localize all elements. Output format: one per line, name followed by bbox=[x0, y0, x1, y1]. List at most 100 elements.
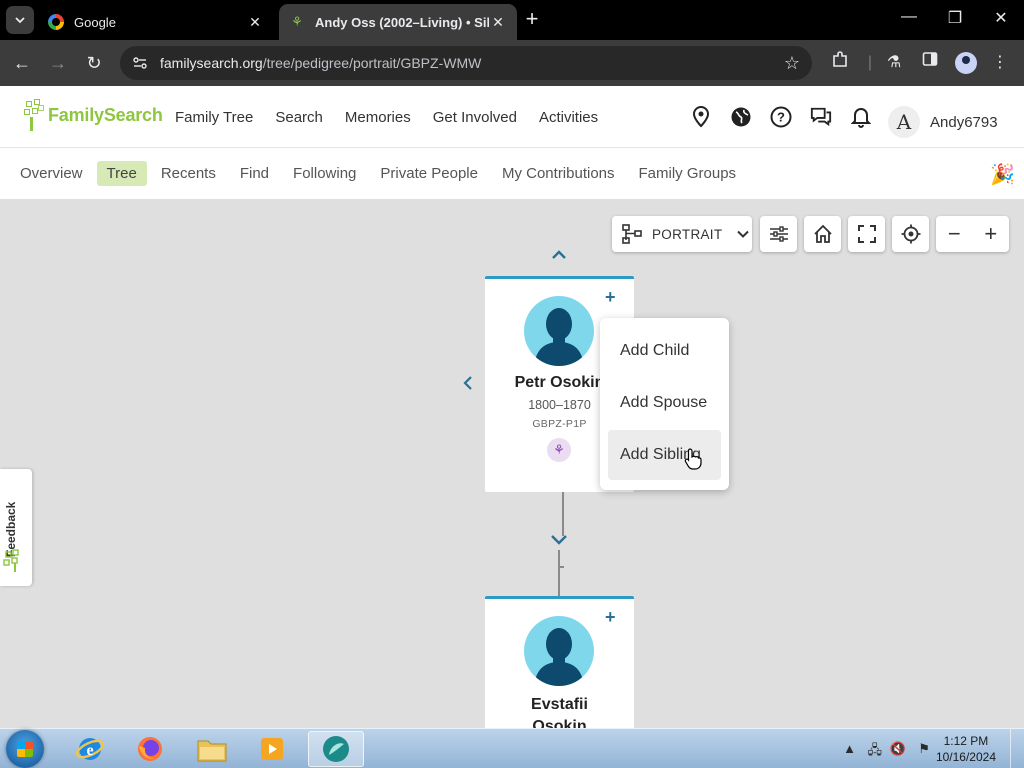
view-mode-dropdown[interactable]: PORTRAIT bbox=[612, 216, 752, 252]
bookmark-star-icon[interactable]: ☆ bbox=[784, 53, 800, 74]
sliders-icon bbox=[769, 226, 788, 242]
svg-text:?: ? bbox=[777, 110, 785, 125]
user-avatar[interactable]: A bbox=[888, 106, 920, 138]
nav-memories[interactable]: Memories bbox=[345, 109, 411, 126]
windows-taskbar: e ▲ 🖧 🔇 ⚑ 1:12 PM 10/16/2024 bbox=[0, 728, 1024, 768]
add-relative-plus-icon[interactable]: + bbox=[605, 607, 616, 628]
zoom-out-icon[interactable]: − bbox=[948, 221, 961, 247]
tree-logo-icon bbox=[3, 549, 19, 572]
browser-tab-familysearch[interactable]: ⚘ Andy Oss (2002–Living) • Sibli ✕ bbox=[279, 4, 517, 40]
collapse-chevron-icon[interactable] bbox=[550, 533, 568, 547]
person-name[interactable]: Evstafii Osokin bbox=[485, 694, 634, 728]
fullscreen-button[interactable] bbox=[848, 216, 885, 252]
nav-activities[interactable]: Activities bbox=[539, 109, 598, 126]
username[interactable]: Andy6793 bbox=[930, 114, 998, 131]
tab-title: Andy Oss (2002–Living) • Sibli bbox=[315, 14, 489, 30]
feedback-tab[interactable]: Feedback bbox=[0, 469, 32, 586]
tab-search-button[interactable] bbox=[6, 6, 34, 34]
restore-button[interactable]: ❐ bbox=[940, 8, 970, 28]
web-page: FamilySearch Family Tree Search Memories… bbox=[0, 86, 1024, 728]
familysearch-favicon: ⚘ bbox=[291, 14, 303, 29]
notifications-bell-icon[interactable] bbox=[850, 106, 872, 128]
taskbar-internet-explorer[interactable]: e bbox=[62, 731, 118, 767]
forward-button[interactable]: → bbox=[46, 51, 70, 75]
tree-home-button[interactable] bbox=[804, 216, 841, 252]
action-center-flag-icon[interactable]: ⚑ bbox=[918, 741, 930, 757]
nav-search[interactable]: Search bbox=[275, 109, 323, 126]
family-tree-badge-icon[interactable]: ⚘ bbox=[547, 438, 571, 462]
subnav-tree[interactable]: Tree bbox=[96, 161, 147, 186]
google-icon bbox=[48, 14, 64, 30]
volume-muted-icon[interactable]: 🔇 bbox=[890, 741, 906, 757]
menu-item-add-sibling[interactable]: Add Sibling bbox=[608, 430, 721, 480]
close-icon[interactable]: ✕ bbox=[489, 14, 507, 31]
svg-text:e: e bbox=[86, 742, 93, 759]
back-button[interactable]: ← bbox=[10, 51, 34, 75]
browser-tab-google[interactable]: Google ✕ bbox=[38, 4, 274, 40]
tree-settings-button[interactable] bbox=[760, 216, 797, 252]
taskbar-file-explorer[interactable] bbox=[184, 731, 240, 767]
reload-button[interactable]: ↻ bbox=[82, 51, 106, 75]
tree-canvas[interactable]: PORTRAIT − + + Petr Osokin 1800–1870 GBP… bbox=[0, 200, 1024, 728]
subnav-following[interactable]: Following bbox=[283, 161, 366, 186]
menu-item-add-spouse[interactable]: Add Spouse bbox=[608, 378, 721, 428]
media-player-icon bbox=[261, 738, 283, 760]
taskbar-media-player[interactable] bbox=[244, 731, 300, 767]
zoom-in-icon[interactable]: + bbox=[984, 221, 997, 247]
party-popper-icon[interactable]: 🎉 bbox=[990, 162, 1015, 187]
globe-icon[interactable] bbox=[730, 106, 752, 128]
subnav-find[interactable]: Find bbox=[230, 161, 279, 186]
subnav-my-contributions[interactable]: My Contributions bbox=[492, 161, 625, 186]
clock-time: 1:12 PM bbox=[943, 734, 989, 748]
recenter-button[interactable] bbox=[892, 216, 929, 252]
close-icon[interactable]: ✕ bbox=[246, 14, 264, 31]
zoom-controls: − + bbox=[936, 216, 1009, 252]
header-icons: ? bbox=[690, 86, 890, 148]
nav-get-involved[interactable]: Get Involved bbox=[433, 109, 517, 126]
extensions-icon[interactable] bbox=[828, 51, 852, 75]
tab-title: Google bbox=[74, 14, 116, 30]
site-settings-icon[interactable] bbox=[132, 55, 148, 71]
menu-item-add-child[interactable]: Add Child bbox=[608, 326, 721, 376]
address-toolbar: ← → ↻ familysearch.org/tree/pedigree/por… bbox=[0, 40, 1024, 86]
family-tree-subnav: Overview Tree Recents Find Following Pri… bbox=[0, 148, 1024, 200]
site-header: FamilySearch Family Tree Search Memories… bbox=[0, 86, 1024, 148]
show-desktop-button[interactable] bbox=[1010, 729, 1024, 768]
minimize-button[interactable]: — bbox=[894, 8, 924, 26]
help-icon[interactable]: ? bbox=[770, 106, 792, 128]
person-card-evstafii-osokin[interactable]: + Evstafii Osokin bbox=[485, 596, 634, 728]
show-hidden-icons-icon[interactable]: ▲ bbox=[843, 741, 856, 756]
subnav-overview[interactable]: Overview bbox=[10, 161, 93, 186]
familysearch-logo[interactable]: FamilySearch bbox=[24, 98, 163, 132]
nav-family-tree[interactable]: Family Tree bbox=[175, 109, 253, 126]
expand-parents-chevron-icon[interactable] bbox=[551, 248, 567, 260]
internet-explorer-icon: e bbox=[75, 738, 105, 760]
tree-connector-line bbox=[558, 568, 560, 598]
subnav-family-groups[interactable]: Family Groups bbox=[629, 161, 747, 186]
browser-profile-avatar[interactable] bbox=[955, 52, 977, 74]
main-nav: Family Tree Search Memories Get Involved… bbox=[175, 86, 598, 148]
firefox-icon bbox=[138, 737, 162, 761]
system-clock[interactable]: 1:12 PM 10/16/2024 bbox=[936, 733, 996, 765]
subnav-recents[interactable]: Recents bbox=[151, 161, 226, 186]
subnav-private-people[interactable]: Private People bbox=[370, 161, 488, 186]
chevron-down-icon bbox=[737, 230, 750, 238]
network-icon[interactable]: 🖧 bbox=[868, 741, 883, 763]
close-window-button[interactable]: ✕ bbox=[986, 8, 1016, 28]
messages-icon[interactable] bbox=[810, 106, 832, 128]
side-panel-icon[interactable] bbox=[918, 51, 942, 75]
address-bar[interactable]: familysearch.org/tree/pedigree/portrait/… bbox=[120, 46, 812, 80]
labs-flask-icon[interactable]: ⚗ bbox=[882, 51, 906, 75]
toolbar-divider: | bbox=[867, 54, 873, 71]
start-button[interactable] bbox=[6, 730, 44, 768]
more-menu-icon[interactable]: ⋮ bbox=[988, 51, 1012, 75]
home-icon bbox=[813, 224, 832, 243]
tree-logo-icon bbox=[24, 99, 46, 131]
taskbar-chrome-window[interactable] bbox=[308, 731, 364, 767]
chevron-left-icon[interactable] bbox=[462, 375, 474, 391]
male-silhouette-avatar bbox=[524, 296, 594, 366]
new-tab-button[interactable]: + bbox=[520, 8, 544, 32]
add-relative-plus-icon[interactable]: + bbox=[605, 287, 616, 308]
location-pin-icon[interactable] bbox=[690, 106, 712, 128]
taskbar-firefox[interactable] bbox=[122, 731, 178, 767]
